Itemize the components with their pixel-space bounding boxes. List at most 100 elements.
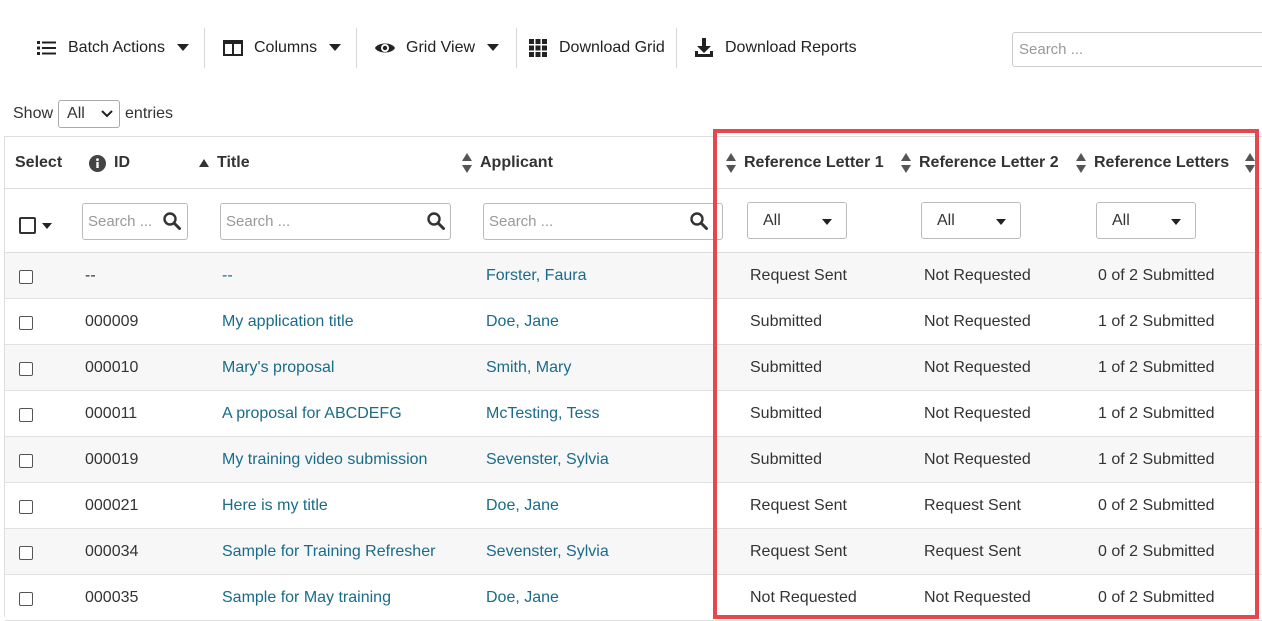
cell-applicant-link[interactable]: Doe, Jane: [486, 299, 559, 345]
entries-label: entries: [125, 105, 174, 122]
show-label: Show: [13, 105, 54, 122]
grid-header: Select ID Title Applicant Reference Lett…: [5, 137, 1262, 189]
sort-icon: [1245, 153, 1255, 173]
reference-letters-filter-select[interactable]: All: [1096, 202, 1196, 239]
toolbar-divider: [676, 28, 677, 68]
batch-actions-label: Batch Actions: [68, 39, 165, 56]
filter-row: All All All: [5, 189, 1262, 253]
cell-reference-letter-2: Not Requested: [924, 313, 1031, 330]
title-header-label: Title: [217, 154, 250, 171]
sort-asc-icon: [199, 159, 209, 167]
sort-icon: [1076, 153, 1086, 173]
data-grid: Select ID Title Applicant Reference Lett…: [4, 136, 1262, 621]
column-header-title[interactable]: Title: [199, 137, 250, 189]
batch-actions-button[interactable]: Batch Actions: [36, 26, 189, 70]
cell-reference-letters: 0 of 2 Submitted: [1098, 589, 1215, 606]
cell-title-link[interactable]: Here is my title: [222, 483, 328, 529]
cell-reference-letter-1: Request Sent: [750, 497, 847, 514]
cell-applicant-link[interactable]: Sevenster, Sylvia: [486, 437, 609, 483]
cell-reference-letter-2: Not Requested: [924, 359, 1031, 376]
cell-reference-letters: 1 of 2 Submitted: [1098, 405, 1215, 422]
cell-title-link[interactable]: My application title: [222, 299, 354, 345]
reference-letter-2-filter-value: All: [937, 211, 955, 229]
cell-reference-letters: 1 of 2 Submitted: [1098, 451, 1215, 468]
cell-reference-letters: 1 of 2 Submitted: [1098, 359, 1215, 376]
columns-button[interactable]: Columns: [222, 26, 342, 70]
reference-letter-1-header-label: Reference Letter 1: [744, 154, 884, 171]
cell-id: 000009: [85, 313, 139, 330]
row-checkbox[interactable]: [19, 592, 33, 606]
list-icon: [36, 37, 58, 59]
cell-applicant-link[interactable]: Doe, Jane: [486, 483, 559, 529]
cell-reference-letters: 1 of 2 Submitted: [1098, 313, 1215, 330]
select-header-label: Select: [15, 154, 63, 171]
cell-applicant-link[interactable]: Smith, Mary: [486, 345, 571, 391]
column-header-next[interactable]: [1245, 137, 1262, 189]
download-reports-label: Download Reports: [725, 39, 857, 56]
table-row: -- -- Forster, Faura Request Sent Not Reques…: [5, 253, 1262, 299]
row-checkbox[interactable]: [19, 500, 33, 514]
cell-title-link[interactable]: A proposal for ABCDEFG: [222, 391, 402, 437]
column-header-applicant[interactable]: Applicant: [462, 137, 553, 189]
caret-down-icon: [487, 44, 500, 52]
download-icon: [693, 37, 715, 59]
row-checkbox[interactable]: [19, 362, 33, 376]
row-checkbox[interactable]: [19, 546, 33, 560]
cell-applicant-link[interactable]: Forster, Faura: [486, 253, 586, 299]
search-icon: [690, 212, 708, 230]
table-row: 000021 Here is my title Doe, Jane Request S…: [5, 483, 1262, 529]
table-row: 000034 Sample for Training Refresher Seven…: [5, 529, 1262, 575]
reference-letter-2-filter-select[interactable]: All: [921, 202, 1021, 239]
cell-title-link[interactable]: Mary's proposal: [222, 345, 334, 391]
info-icon[interactable]: [89, 154, 106, 172]
download-reports-button[interactable]: Download Reports: [693, 26, 857, 70]
cell-applicant-link[interactable]: McTesting, Tess: [486, 391, 600, 437]
cell-reference-letter-1: Request Sent: [750, 267, 847, 284]
cell-id: 000019: [85, 451, 139, 468]
cell-id: --: [85, 267, 96, 284]
download-grid-button[interactable]: Download Grid: [527, 26, 665, 70]
cell-reference-letter-2: Request Sent: [924, 543, 1021, 560]
caret-down-icon[interactable]: [42, 222, 52, 229]
search-icon: [427, 212, 445, 230]
cell-title-link[interactable]: --: [222, 253, 233, 299]
row-checkbox[interactable]: [19, 316, 33, 330]
table-row: 000019 My training video submission Sevens…: [5, 437, 1262, 483]
cell-id: 000034: [85, 543, 139, 560]
cell-id: 000011: [85, 405, 138, 422]
select-all-checkbox[interactable]: [19, 217, 52, 234]
table-row: 000010 Mary's proposal Smith, Mary Submitte…: [5, 345, 1262, 391]
column-header-id[interactable]: ID: [89, 137, 130, 189]
applicant-header-label: Applicant: [480, 154, 553, 171]
reference-letter-1-filter-select[interactable]: All: [747, 202, 847, 239]
global-search-input[interactable]: [1012, 32, 1262, 67]
entries-select[interactable]: All: [58, 100, 121, 128]
reference-letters-header-label: Reference Letters: [1094, 154, 1230, 171]
row-checkbox[interactable]: [19, 408, 33, 422]
column-header-reference-letter-1[interactable]: Reference Letter 1: [726, 137, 884, 189]
reference-letter-2-header-label: Reference Letter 2: [919, 154, 1059, 171]
applicant-filter-input[interactable]: [483, 203, 723, 240]
table-row: 000009 My application title Doe, Jane Submi…: [5, 299, 1262, 345]
toolbar-divider: [356, 28, 357, 68]
cell-reference-letter-1: Not Requested: [750, 589, 857, 606]
title-filter-input[interactable]: [220, 203, 451, 240]
grid-view-button[interactable]: Grid View: [374, 26, 500, 70]
column-header-reference-letter-2[interactable]: Reference Letter 2: [901, 137, 1059, 189]
search-icon: [163, 212, 181, 230]
column-header-select: Select: [15, 137, 62, 189]
column-header-reference-letters[interactable]: Reference Letters: [1076, 137, 1229, 189]
cell-applicant-link[interactable]: Doe, Jane: [486, 575, 559, 621]
cell-reference-letter-1: Submitted: [750, 313, 823, 330]
cell-applicant-link[interactable]: Sevenster, Sylvia: [486, 529, 609, 575]
row-checkbox[interactable]: [19, 270, 33, 284]
cell-title-link[interactable]: My training video submission: [222, 437, 427, 483]
show-entries: Show All entries: [13, 100, 173, 128]
cell-reference-letters: 0 of 2 Submitted: [1098, 543, 1215, 560]
cell-reference-letters: 0 of 2 Submitted: [1098, 267, 1215, 284]
cell-reference-letter-1: Request Sent: [750, 543, 847, 560]
cell-title-link[interactable]: Sample for Training Refresher: [222, 529, 435, 575]
checkbox[interactable]: [19, 217, 36, 234]
cell-title-link[interactable]: Sample for May training: [222, 575, 391, 621]
row-checkbox[interactable]: [19, 454, 33, 468]
